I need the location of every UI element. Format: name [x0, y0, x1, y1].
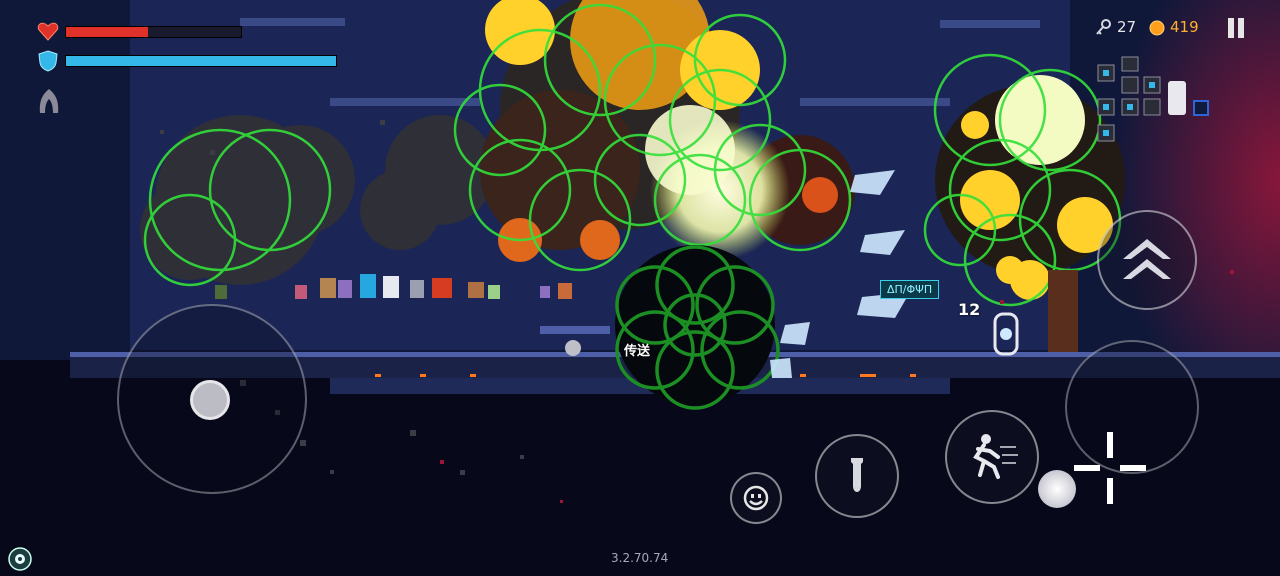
- smiley-icon: [743, 485, 769, 511]
- dash-button[interactable]: [945, 410, 1039, 504]
- pause-button[interactable]: [1226, 16, 1246, 40]
- attack-knob[interactable]: [1038, 470, 1076, 508]
- double-chevron-up-icon: [1123, 239, 1171, 279]
- coins-count: 419: [1170, 18, 1199, 36]
- health-bar-fill: [66, 27, 149, 37]
- health-bar: [65, 26, 242, 38]
- keys-count: 27: [1117, 18, 1137, 36]
- ledge: [940, 20, 1040, 28]
- minimap-rooms: [1097, 56, 1209, 142]
- ledge: [330, 98, 480, 106]
- step: [540, 326, 610, 334]
- shop-sign: ΔΠ/ΦΨΠ: [880, 280, 940, 299]
- health-icon: [37, 20, 59, 42]
- weapon-pickup-icon[interactable]: [985, 312, 1027, 358]
- emote-button[interactable]: [730, 472, 782, 524]
- joystick-knob[interactable]: [190, 380, 230, 420]
- screen-record-icon[interactable]: [8, 547, 32, 571]
- skill-icon[interactable]: [35, 87, 63, 115]
- pause-icon: [1228, 18, 1244, 38]
- version-label: 3.2.70.74: [611, 551, 669, 565]
- teleport-label: 传送: [624, 344, 651, 359]
- energy-orb: [565, 340, 581, 356]
- armor-icon: [38, 50, 58, 72]
- coin-icon: [1149, 20, 1165, 36]
- potion-icon: [851, 458, 863, 492]
- key-icon: [1095, 18, 1113, 36]
- armor-bar: [65, 55, 337, 67]
- jump-button[interactable]: [1097, 210, 1197, 310]
- weapon-ammo: 12: [958, 300, 981, 319]
- ledge: [240, 18, 345, 26]
- running-figure-icon: [973, 434, 1018, 479]
- armor-bar-fill: [66, 56, 336, 66]
- ledge: [800, 98, 950, 106]
- tree-trunk: [1048, 270, 1078, 352]
- minimap[interactable]: [1096, 55, 1214, 145]
- crosshair-icon[interactable]: [1072, 430, 1148, 506]
- item-button[interactable]: [815, 434, 899, 518]
